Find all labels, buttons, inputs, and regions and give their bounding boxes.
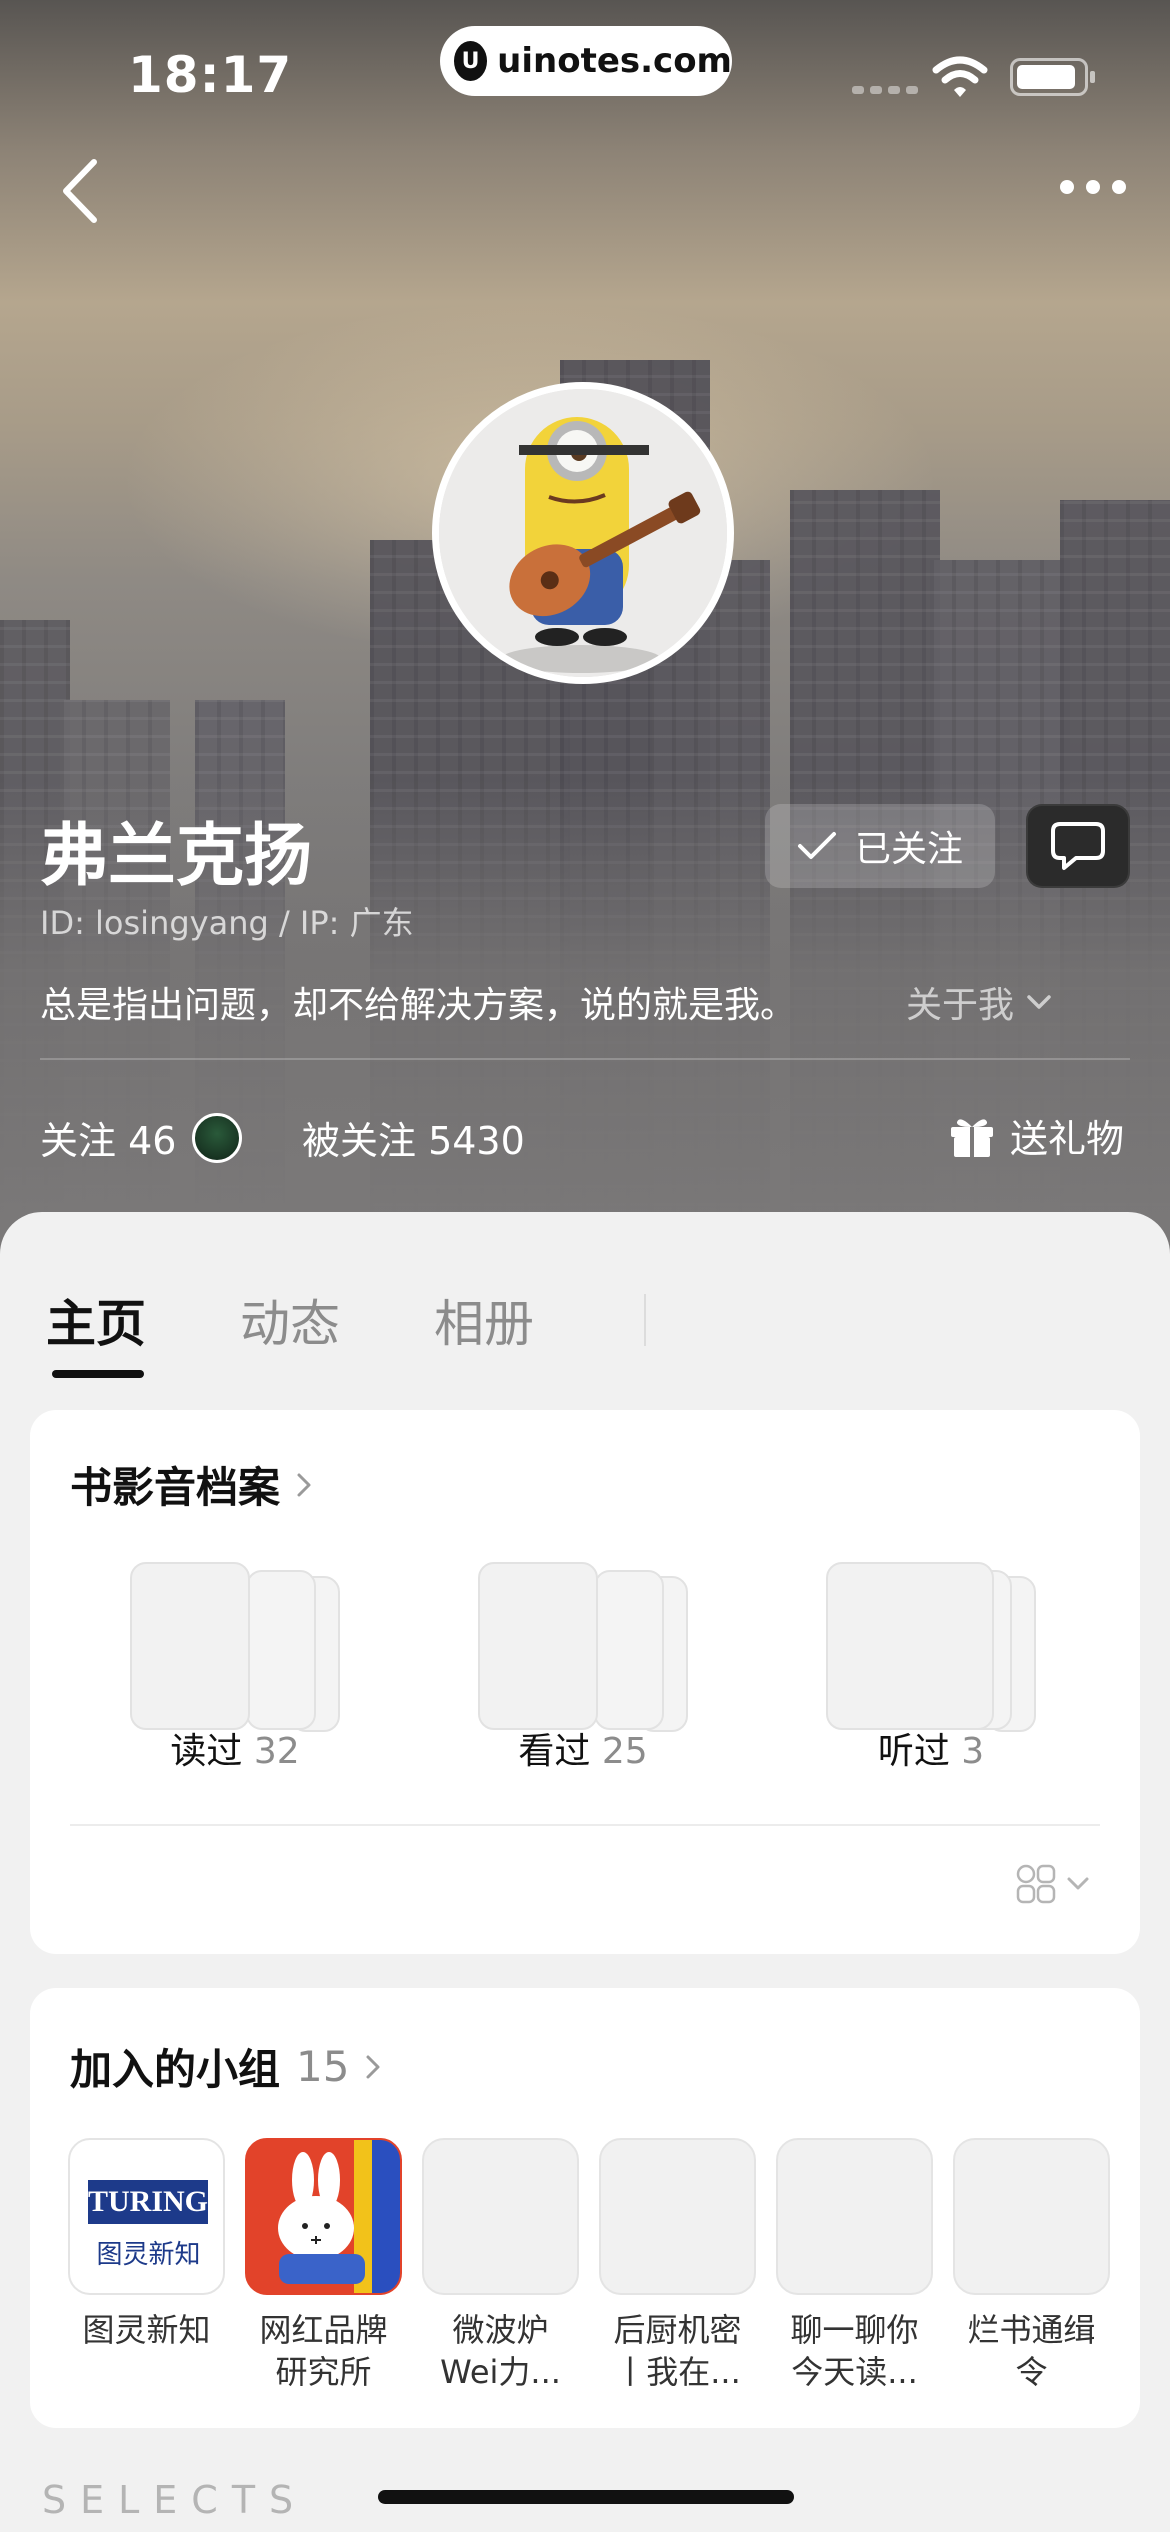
following-button[interactable]: 已关注 — [765, 804, 995, 888]
group-item[interactable]: 微波炉 Wei力... — [422, 2138, 579, 2393]
group-item[interactable]: 网红品牌 研究所 — [245, 2138, 402, 2393]
wifi-icon — [932, 56, 988, 97]
gift-icon — [951, 1118, 993, 1157]
ellipsis-icon[interactable] — [1060, 180, 1126, 194]
group-item[interactable]: 后厨机密 丨我在... — [599, 2138, 756, 2393]
status-time: 18:17 — [128, 46, 293, 104]
about-me-toggle[interactable]: 关于我 — [906, 976, 1052, 1028]
tab-separator — [644, 1294, 646, 1346]
avatar[interactable] — [432, 382, 734, 684]
home-indicator[interactable] — [378, 2490, 794, 2504]
group-item[interactable]: 聊一聊你 今天读... — [776, 2138, 933, 2393]
read-label-text: 读过 — [170, 1731, 243, 1772]
profile-id-ip: ID: losingyang / IP: 广东 — [40, 904, 414, 942]
listened-count: 3 — [961, 1731, 985, 1772]
group-name: 图灵新知 — [82, 2311, 211, 2349]
group-list: TURING 图灵新知 图灵新知 网红品牌 研究所 微波炉 Wei力... 后厨… — [68, 2138, 1110, 2393]
groups-title-label: 加入的小组 — [70, 2045, 281, 2094]
following-count-label: 关注 46 — [40, 1119, 177, 1163]
watched-stack[interactable] — [478, 1562, 688, 1732]
tab-home[interactable]: 主页 — [46, 1284, 146, 1356]
selects-heading: SELECTS — [42, 2478, 308, 2522]
send-gift-button[interactable]: 送礼物 — [948, 1108, 1124, 1163]
url-text: uinotes.com — [497, 41, 732, 81]
url-pill: U uinotes.com — [440, 26, 732, 96]
group-name: 后厨机密 丨我在... — [613, 2311, 742, 2391]
archive-title-label: 书影音档案 — [70, 1463, 281, 1512]
content-sheet: 主页 动态 相册 书影音档案 读过 32 看过 25 听过 3 加入的小组 15… — [0, 1212, 1170, 2532]
profile-name: 弗兰克扬 — [40, 817, 313, 896]
group-name: 聊一聊你 今天读... — [790, 2311, 919, 2391]
profile-screen: 18:17 U uinotes.com 弗兰克扬 ID: losingyang … — [0, 0, 1170, 2532]
group-item[interactable]: TURING 图灵新知 图灵新知 — [68, 2138, 225, 2393]
group-thumbnail — [599, 2138, 756, 2295]
group-thumbnail — [245, 2138, 402, 2295]
follower-avatar — [192, 1112, 243, 1163]
send-gift-label: 送礼物 — [1010, 1117, 1125, 1161]
group-name: 烂书通缉 令 — [967, 2311, 1096, 2391]
following-button-label: 已关注 — [854, 829, 963, 870]
tab-bar: 主页 动态 相册 — [46, 1284, 534, 1356]
groups-count: 15 — [296, 2042, 350, 2091]
listened-stack[interactable] — [826, 1562, 1036, 1732]
tab-activity[interactable]: 动态 — [240, 1284, 340, 1356]
signal-icon — [852, 86, 918, 94]
tab-album[interactable]: 相册 — [434, 1284, 534, 1356]
followers-count[interactable]: 被关注 5430 — [302, 1110, 525, 1165]
chevron-down-icon — [1067, 1877, 1089, 1890]
archive-divider — [70, 1824, 1100, 1826]
read-label: 读过 32 — [105, 1722, 365, 1774]
active-tab-indicator — [52, 1370, 144, 1378]
following-count[interactable]: 关注 46 — [40, 1110, 243, 1165]
uinotes-logo-icon: U — [454, 41, 488, 81]
read-stack[interactable] — [130, 1562, 340, 1732]
archive-title[interactable]: 书影音档案 — [70, 1454, 312, 1515]
watched-label: 看过 25 — [453, 1722, 713, 1774]
read-count: 32 — [253, 1731, 300, 1772]
grid-icon — [1016, 1864, 1056, 1904]
group-name: 网红品牌 研究所 — [259, 2311, 388, 2391]
groups-title[interactable]: 加入的小组 15 — [70, 2036, 381, 2097]
checkmark-icon — [797, 832, 836, 859]
chevron-left-icon[interactable] — [58, 158, 102, 224]
chevron-right-icon — [297, 1473, 311, 1496]
turing-logo: TURING — [88, 2180, 208, 2224]
chevron-right-icon — [366, 2055, 380, 2078]
minion-avatar-image — [439, 389, 727, 677]
header-divider — [40, 1058, 1130, 1060]
bunny-illustration — [278, 2152, 365, 2284]
groups-card: 加入的小组 15 TURING 图灵新知 图灵新知 网红品牌 研究所 微波炉 W… — [30, 1988, 1140, 2428]
chat-bubble-icon — [1051, 822, 1105, 870]
about-me-label: 关于我 — [906, 985, 1015, 1026]
group-thumbnail — [422, 2138, 579, 2295]
group-name: 微波炉 Wei力... — [440, 2311, 561, 2391]
watched-count: 25 — [601, 1731, 648, 1772]
battery-icon — [1010, 58, 1095, 96]
group-thumbnail — [776, 2138, 933, 2295]
layout-toggle[interactable] — [1016, 1864, 1090, 1904]
message-button[interactable] — [1026, 804, 1130, 888]
listened-label: 听过 3 — [801, 1722, 1061, 1774]
archive-card: 书影音档案 读过 32 看过 25 听过 3 — [30, 1410, 1140, 1954]
watched-label-text: 看过 — [518, 1731, 591, 1772]
turing-logo-subtitle: 图灵新知 — [96, 2240, 201, 2270]
profile-bio: 总是指出问题，却不给解决方案，说的就是我。 — [40, 985, 797, 1026]
listened-label-text: 听过 — [877, 1731, 950, 1772]
group-thumbnail: TURING 图灵新知 — [68, 2138, 225, 2295]
group-thumbnail — [953, 2138, 1110, 2295]
chevron-down-icon — [1027, 995, 1051, 1009]
group-item[interactable]: 烂书通缉 令 — [953, 2138, 1110, 2393]
